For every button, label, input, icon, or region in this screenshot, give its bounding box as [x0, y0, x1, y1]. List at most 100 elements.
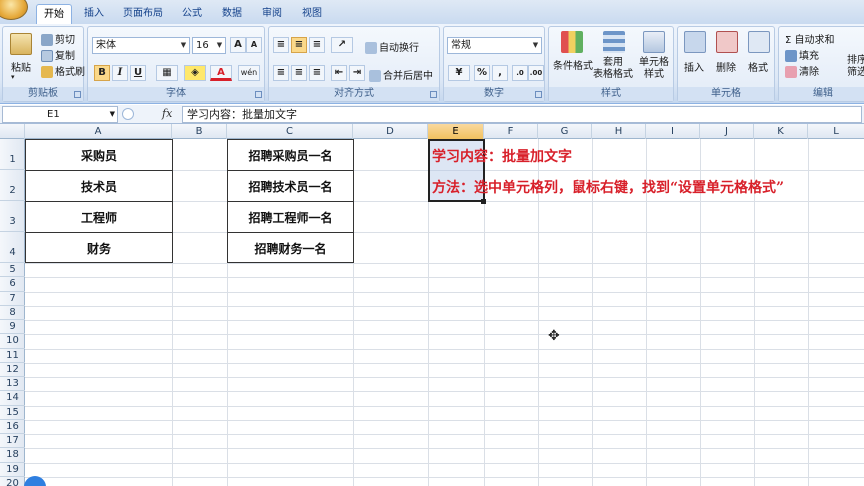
row-header-6[interactable]: 6 — [0, 277, 25, 292]
underline-button[interactable]: U — [130, 65, 146, 81]
row-header-16[interactable]: 16 — [0, 420, 25, 434]
row-header-8[interactable]: 8 — [0, 306, 25, 320]
font-name-combo[interactable]: 宋体 ▼ — [92, 37, 190, 54]
column-header-H[interactable]: H — [592, 124, 646, 139]
format-painter-button[interactable]: 格式刷 — [41, 63, 85, 78]
borders-button[interactable]: ▦ — [156, 65, 178, 81]
column-header-F[interactable]: F — [484, 124, 538, 139]
worksheet-grid[interactable]: A B C D E F G H I J K L 1 2 3 4 5 6 7 8 9 10 11 12 1… — [0, 124, 864, 486]
tab-insert[interactable]: 插入 — [78, 4, 110, 24]
fill-color-button[interactable]: ◈ — [184, 65, 206, 81]
align-left-button[interactable]: ≡ — [273, 65, 289, 81]
column-header-C[interactable]: C — [227, 124, 353, 139]
font-size-combo[interactable]: 16 ▼ — [192, 37, 226, 54]
row-header-2[interactable]: 2 — [0, 170, 25, 201]
clear-button[interactable]: 清除 — [785, 63, 819, 78]
row-header-11[interactable]: 11 — [0, 349, 25, 363]
cell-A4[interactable]: 财务 — [25, 240, 173, 257]
row-header-1[interactable]: 1 — [0, 139, 25, 170]
conditional-format-button[interactable]: 条件格式 — [553, 57, 593, 72]
percent-button[interactable]: % — [474, 65, 490, 81]
cell-C1[interactable]: 招聘采购员一名 — [227, 147, 354, 164]
row-header-10[interactable]: 10 — [0, 334, 25, 349]
tab-home[interactable]: 开始 — [36, 4, 72, 24]
column-header-K[interactable]: K — [754, 124, 808, 139]
currency-button[interactable]: ¥ — [448, 65, 470, 81]
office-button[interactable] — [0, 0, 28, 20]
increase-indent-button[interactable]: ⇥ — [349, 65, 365, 81]
cell-E1[interactable]: 学习内容：批量加文字 — [432, 146, 572, 166]
decrease-decimal-button[interactable]: .00 — [528, 65, 544, 81]
row-header-12[interactable]: 12 — [0, 363, 25, 377]
row-header-14[interactable]: 14 — [0, 391, 25, 406]
font-launcher-icon[interactable] — [255, 91, 262, 98]
cell-C3[interactable]: 招聘工程师一名 — [227, 209, 354, 226]
paste-dropdown-icon[interactable]: ▾ — [11, 73, 15, 81]
alignment-launcher-icon[interactable] — [430, 91, 437, 98]
table-format-button[interactable]: 套用 表格格式 — [593, 57, 633, 81]
italic-button[interactable]: I — [112, 65, 128, 81]
column-header-L[interactable]: L — [808, 124, 864, 139]
column-header-I[interactable]: I — [646, 124, 700, 139]
tab-view[interactable]: 视图 — [296, 4, 328, 24]
insert-cells-button[interactable]: 插入 — [684, 59, 704, 74]
formula-bar-toggle-icon[interactable] — [122, 108, 134, 120]
insert-function-button[interactable]: fx — [162, 107, 172, 120]
fill-handle[interactable] — [481, 199, 486, 204]
row-header-15[interactable]: 15 — [0, 406, 25, 420]
cell-A2[interactable]: 技术员 — [25, 178, 173, 195]
decrease-indent-button[interactable]: ⇤ — [331, 65, 347, 81]
tab-formulas[interactable]: 公式 — [176, 4, 208, 24]
cell-A1[interactable]: 采购员 — [25, 147, 173, 164]
name-box[interactable]: E1 ▼ — [2, 106, 118, 123]
row-header-17[interactable]: 17 — [0, 434, 25, 449]
shrink-font-button[interactable]: A — [246, 37, 262, 53]
tab-page-layout[interactable]: 页面布局 — [118, 4, 168, 24]
column-header-J[interactable]: J — [700, 124, 754, 139]
column-header-B[interactable]: B — [172, 124, 227, 139]
orientation-button[interactable]: ↗ — [331, 37, 353, 53]
row-header-9[interactable]: 9 — [0, 320, 25, 335]
format-cells-button[interactable]: 格式 — [748, 59, 768, 74]
comma-button[interactable]: , — [492, 65, 508, 81]
align-right-button[interactable]: ≡ — [309, 65, 325, 81]
merge-center-button[interactable]: 合并后居中 — [369, 67, 433, 82]
cell-C4[interactable]: 招聘财务一名 — [227, 240, 354, 257]
align-middle-button[interactable]: ≡ — [291, 37, 307, 53]
align-bottom-button[interactable]: ≡ — [309, 37, 325, 53]
number-launcher-icon[interactable] — [535, 91, 542, 98]
wrap-text-button[interactable]: 自动换行 — [365, 39, 419, 54]
align-center-button[interactable]: ≡ — [291, 65, 307, 81]
row-header-4[interactable]: 4 — [0, 232, 25, 263]
paste-button[interactable]: 粘贴 — [11, 59, 31, 74]
row-header-5[interactable]: 5 — [0, 263, 25, 278]
row-header-20[interactable]: 20 — [0, 477, 25, 486]
sort-filter-button[interactable]: 排序 筛选 — [847, 55, 864, 79]
number-format-combo[interactable]: 常规 ▼ — [447, 37, 542, 54]
tab-review[interactable]: 审阅 — [256, 4, 288, 24]
column-header-G[interactable]: G — [538, 124, 592, 139]
fill-button[interactable]: 填充 — [785, 47, 819, 62]
autosum-button[interactable]: Σ 自动求和 — [785, 31, 835, 46]
grow-font-button[interactable]: A — [230, 37, 246, 53]
formula-input[interactable]: 学习内容：批量加文字 — [182, 106, 862, 123]
cell-C2[interactable]: 招聘技术员一名 — [227, 178, 354, 195]
phonetic-button[interactable]: wén — [238, 65, 260, 81]
select-all-corner[interactable] — [0, 124, 25, 139]
column-header-D[interactable]: D — [353, 124, 428, 139]
bold-button[interactable]: B — [94, 65, 110, 81]
align-top-button[interactable]: ≡ — [273, 37, 289, 53]
row-header-13[interactable]: 13 — [0, 377, 25, 392]
column-header-A[interactable]: A — [25, 124, 172, 139]
cell-E2[interactable]: 方法：选中单元格列，鼠标右键，找到“设置单元格格式” — [432, 177, 784, 197]
increase-decimal-button[interactable]: .0 — [512, 65, 528, 81]
row-header-3[interactable]: 3 — [0, 201, 25, 232]
delete-cells-button[interactable]: 删除 — [716, 59, 736, 74]
font-color-button[interactable]: A — [210, 65, 232, 81]
copy-button[interactable]: 复制 — [41, 47, 75, 62]
tab-data[interactable]: 数据 — [216, 4, 248, 24]
cell-A3[interactable]: 工程师 — [25, 209, 173, 226]
cut-button[interactable]: 剪切 — [41, 31, 75, 46]
column-header-E[interactable]: E — [428, 124, 484, 139]
row-header-19[interactable]: 19 — [0, 463, 25, 477]
